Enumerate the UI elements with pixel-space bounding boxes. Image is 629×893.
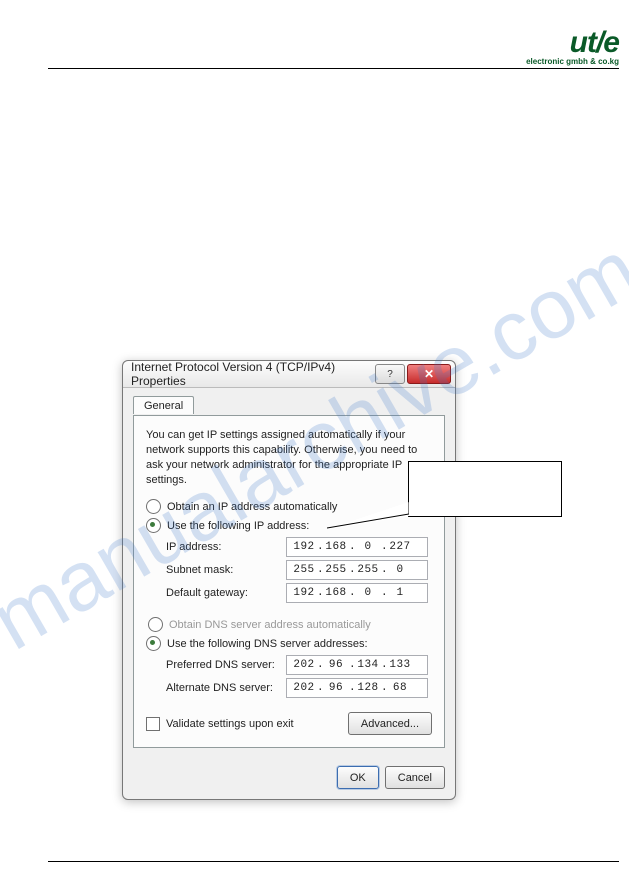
logo: ut/e electronic gmbh & co.kg bbox=[526, 28, 619, 66]
tab-general[interactable]: General bbox=[133, 396, 194, 414]
page-header: ut/e electronic gmbh & co.kg bbox=[48, 20, 619, 69]
intro-text: You can get IP settings assigned automat… bbox=[146, 428, 432, 487]
close-button[interactable]: ✕ bbox=[407, 364, 451, 384]
radio-static-ip-label: Use the following IP address: bbox=[167, 520, 309, 532]
page-footer-rule bbox=[48, 861, 619, 863]
radio-static-dns-label: Use the following DNS server addresses: bbox=[167, 638, 368, 650]
ipv4-properties-dialog: Internet Protocol Version 4 (TCP/IPv4) P… bbox=[122, 360, 456, 800]
tab-panel: You can get IP settings assigned automat… bbox=[133, 416, 445, 748]
ip-address-label: IP address: bbox=[166, 541, 286, 553]
radio-icon bbox=[146, 499, 161, 514]
radio-auto-ip-label: Obtain an IP address automatically bbox=[167, 501, 337, 513]
subnet-mask-field: Subnet mask: 255. 255. 255. 0 bbox=[166, 560, 432, 580]
preferred-dns-field: Preferred DNS server: 202. 96. 134. 133 bbox=[166, 655, 432, 675]
alternate-dns-field: Alternate DNS server: 202. 96. 128. 68 bbox=[166, 678, 432, 698]
radio-static-dns-row[interactable]: Use the following DNS server addresses: bbox=[146, 636, 432, 651]
default-gateway-field: Default gateway: 192. 168. 0. 1 bbox=[166, 583, 432, 603]
radio-auto-dns-row: Obtain DNS server address automatically bbox=[148, 617, 432, 632]
preferred-dns-input[interactable]: 202. 96. 134. 133 bbox=[286, 655, 428, 675]
radio-auto-dns-label: Obtain DNS server address automatically bbox=[169, 619, 371, 631]
logo-main: ut/e bbox=[526, 28, 619, 58]
subnet-mask-label: Subnet mask: bbox=[166, 564, 286, 576]
alternate-dns-label: Alternate DNS server: bbox=[166, 682, 286, 694]
ok-button[interactable]: OK bbox=[337, 766, 379, 789]
validate-checkbox[interactable] bbox=[146, 717, 160, 731]
dialog-title: Internet Protocol Version 4 (TCP/IPv4) P… bbox=[131, 360, 373, 388]
dialog-buttons: OK Cancel bbox=[123, 758, 455, 799]
help-button[interactable]: ? bbox=[375, 364, 405, 384]
radio-icon bbox=[146, 518, 161, 533]
logo-sub: electronic gmbh & co.kg bbox=[526, 58, 619, 66]
subnet-mask-input[interactable]: 255. 255. 255. 0 bbox=[286, 560, 428, 580]
default-gateway-input[interactable]: 192. 168. 0. 1 bbox=[286, 583, 428, 603]
preferred-dns-label: Preferred DNS server: bbox=[166, 659, 286, 671]
radio-icon bbox=[148, 617, 163, 632]
radio-icon bbox=[146, 636, 161, 651]
alternate-dns-input[interactable]: 202. 96. 128. 68 bbox=[286, 678, 428, 698]
ip-address-field: IP address: 192. 168. 0. 227 bbox=[166, 537, 432, 557]
tab-strip: General bbox=[133, 394, 445, 416]
default-gateway-label: Default gateway: bbox=[166, 587, 286, 599]
radio-static-ip-row[interactable]: Use the following IP address: bbox=[146, 518, 432, 533]
cancel-button[interactable]: Cancel bbox=[385, 766, 445, 789]
ip-address-input[interactable]: 192. 168. 0. 227 bbox=[286, 537, 428, 557]
advanced-button[interactable]: Advanced... bbox=[348, 712, 432, 735]
validate-label: Validate settings upon exit bbox=[166, 718, 294, 730]
callout-annotation bbox=[408, 461, 562, 517]
titlebar[interactable]: Internet Protocol Version 4 (TCP/IPv4) P… bbox=[123, 361, 455, 388]
